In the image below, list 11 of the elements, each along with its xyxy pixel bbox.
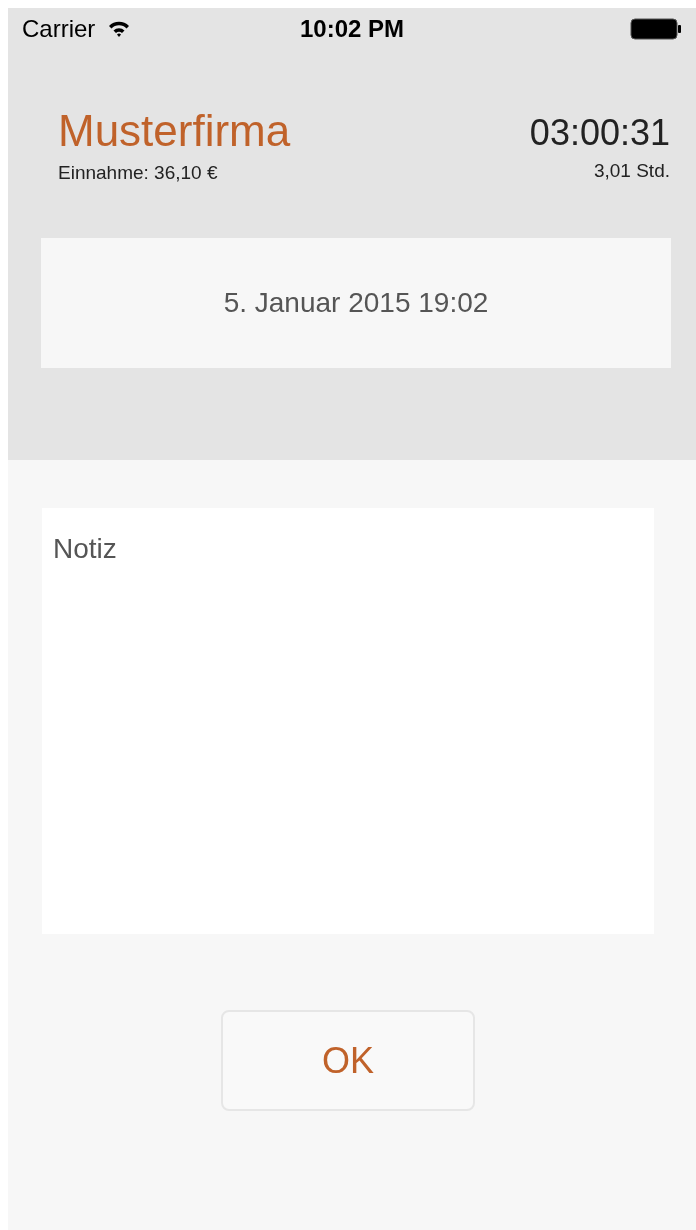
timer-label: 03:00:31 <box>529 111 670 155</box>
ok-button[interactable]: OK <box>221 1010 475 1111</box>
battery-icon <box>630 18 682 40</box>
income-label: Einnahme: 36,10 € <box>58 161 219 185</box>
hours-label: 3,01 Std. <box>593 159 670 183</box>
wifi-icon <box>107 20 132 38</box>
carrier-label: Carrier <box>22 14 96 44</box>
company-title: Musterfirma <box>58 105 291 157</box>
note-field[interactable]: Notiz <box>42 508 654 934</box>
date-field[interactable]: 5. Januar 2015 19:02 <box>41 237 671 368</box>
status-time: 10:02 PM <box>300 14 405 44</box>
